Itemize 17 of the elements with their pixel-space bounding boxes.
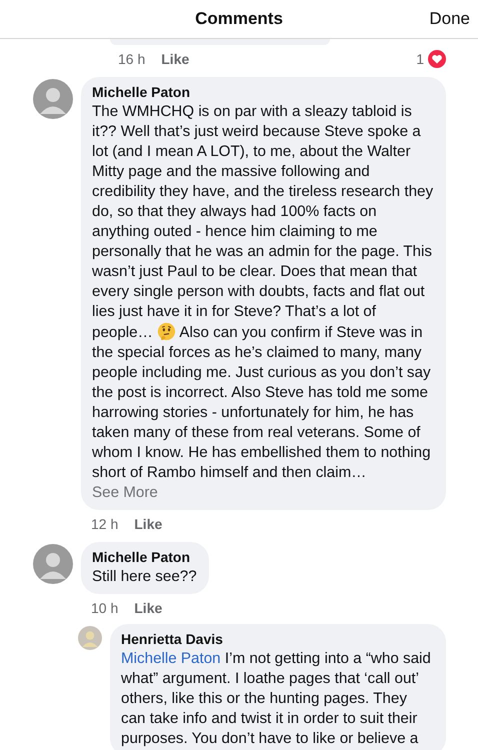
comment-text: Still here see?? bbox=[92, 567, 197, 587]
like-button[interactable]: Like bbox=[134, 516, 162, 532]
done-button[interactable]: Done bbox=[427, 7, 472, 31]
comment-time: 16 h bbox=[118, 51, 146, 67]
comment-time: 10 h bbox=[91, 600, 118, 616]
author-name[interactable]: Henrietta Davis bbox=[121, 629, 434, 649]
comment-text: Michelle Paton I’m not getting into a “who said what” argument. I loathe pages that ‘call out’ others, like this or the hunting pages. They can take info and twist it in order to suit their purposes. You don’t have to like or believe a bbox=[121, 649, 432, 749]
header-title: Comments bbox=[195, 9, 283, 29]
author-name[interactable]: Michelle Paton bbox=[92, 82, 434, 102]
see-more-link[interactable]: See More bbox=[92, 484, 158, 501]
author-name[interactable]: Michelle Paton bbox=[92, 547, 197, 567]
comment-time: 12 h bbox=[91, 516, 118, 532]
mention-link[interactable]: Michelle Paton bbox=[121, 650, 221, 667]
comment-text: The WMHCHQ is on par with a sleazy tabloid is it?? Well that’s just weird because Steve spoke a lot (and I mean A LOT), to me, about the Walter Mitty page and the massive following and credibility they have, and the tireless research they do, so that they always had 100% facts on anything outed - hence him claiming to me personally that he was an admin for the page. This wasn’t just Paul to be clear. Does that mean that every single person with doubts, facts and flat out lies just have it in for Steve? That’s a lot of people… Also can you confirm if Steve was in the special forces as he’s claimed to many, many people including me. Just curious as you don’t say the post is incorrect. Also Steve has told me some harrowing stories - unfortunately for him, he has taken many of these from real veterans. Some of whom I know. He has embellished them to nothing short of Rambo himself and then claim… See More bbox=[92, 102, 434, 503]
reaction-count: 1 bbox=[416, 51, 424, 67]
like-button[interactable]: Like bbox=[134, 600, 162, 616]
like-button[interactable]: Like bbox=[161, 51, 190, 67]
